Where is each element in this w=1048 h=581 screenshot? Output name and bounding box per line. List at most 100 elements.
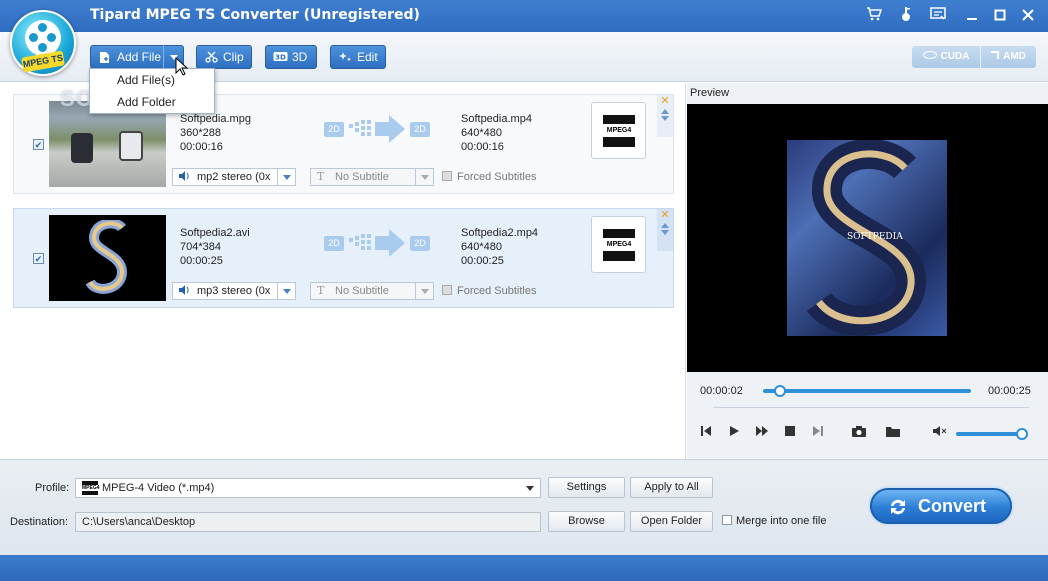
output-info: Softpedia.mp4 640*480 00:00:16 — [461, 112, 532, 154]
merge-label: Merge into one file — [736, 515, 827, 527]
maximize-icon[interactable] — [990, 6, 1010, 26]
register-icon[interactable] — [928, 6, 948, 26]
cart-icon[interactable] — [864, 6, 884, 26]
profile-select[interactable]: MPEG4 MPEG-4 Video (*.mp4) — [75, 478, 541, 498]
seek-knob[interactable] — [773, 385, 786, 397]
menu-item-add-folder[interactable]: Add Folder — [90, 91, 214, 113]
mpeg4-format-icon: MPEG4 — [603, 115, 635, 147]
svg-text:3D: 3D — [275, 54, 286, 62]
amd-icon — [991, 51, 1000, 59]
open-folder-button[interactable]: Open Folder — [630, 511, 713, 532]
output-format-button[interactable]: MPEG4 — [591, 102, 646, 159]
audio-track-value: mp2 stereo (0x — [197, 171, 271, 183]
play-icon[interactable] — [726, 425, 742, 441]
convert-arrow-icon — [349, 115, 405, 143]
preview-label: Preview — [690, 87, 730, 99]
speaker-icon — [178, 284, 190, 301]
close-icon[interactable] — [1018, 6, 1038, 26]
minimize-icon[interactable] — [962, 6, 982, 26]
3d-button[interactable]: 3D 3D — [265, 45, 317, 69]
source-duration: 00:00:25 — [180, 255, 223, 267]
sparkle-icon — [339, 51, 352, 63]
amd-label: AMD — [1003, 51, 1026, 62]
remove-icon[interactable]: ✕ — [657, 209, 673, 221]
forced-subtitles-label: Forced Subtitles — [457, 285, 537, 297]
divider — [713, 407, 1029, 408]
seek-bar[interactable] — [763, 389, 971, 393]
source-resolution: 704*384 — [180, 241, 221, 253]
audio-track-select[interactable]: mp3 stereo (0x — [172, 282, 296, 300]
settings-button[interactable]: Settings — [548, 477, 625, 498]
subtitle-value: No Subtitle — [335, 171, 389, 183]
source-filename: Softpedia2.avi — [180, 227, 250, 239]
convert-button[interactable]: Convert — [870, 488, 1012, 524]
key-icon[interactable] — [896, 6, 916, 26]
preview-pane: Preview SOFTPEDIA 00:00:02 00:00:25 — [687, 83, 1048, 459]
convert-arrow-icon — [349, 229, 405, 257]
forced-subtitles-checkbox[interactable]: Forced Subtitles — [442, 171, 536, 183]
subtitle-value: No Subtitle — [335, 285, 389, 297]
output-filename: Softpedia2.mp4 — [461, 227, 539, 239]
edit-label: Edit — [357, 50, 378, 64]
move-down-icon[interactable] — [661, 230, 669, 235]
menu-item-add-files[interactable]: Add File(s) — [90, 69, 214, 91]
forced-subtitles-label: Forced Subtitles — [457, 171, 537, 183]
row-side-controls: ✕ — [657, 95, 673, 137]
output-resolution: 640*480 — [461, 241, 502, 253]
subtitle-select[interactable]: T No Subtitle — [310, 168, 434, 186]
profile-label: Profile: — [35, 482, 70, 494]
video-thumbnail — [49, 215, 166, 301]
volume-knob[interactable] — [1016, 428, 1028, 440]
output-format-button[interactable]: MPEG4 — [591, 216, 646, 273]
amd-button[interactable]: AMD — [981, 46, 1036, 68]
output-duration: 00:00:16 — [461, 141, 504, 153]
merge-checkbox[interactable]: Merge into one file — [722, 515, 827, 527]
file-checkbox[interactable]: ✔ — [33, 253, 44, 264]
camera-icon[interactable] — [851, 425, 867, 441]
forced-subtitles-checkbox[interactable]: Forced Subtitles — [442, 285, 536, 297]
fast-forward-icon[interactable] — [754, 425, 770, 441]
preview-frame: SOFTPEDIA — [787, 140, 947, 336]
source-info: Softpedia2.avi 704*384 00:00:25 — [180, 226, 250, 268]
preview-video: SOFTPEDIA — [687, 104, 1048, 372]
volume-slider[interactable] — [956, 432, 1022, 436]
status-bar — [0, 555, 1048, 581]
volume-icon[interactable] — [932, 425, 948, 441]
destination-input[interactable]: C:\Users\anca\Desktop — [75, 512, 541, 532]
3d-label: 3D — [292, 50, 308, 64]
chevron-down-icon — [415, 169, 433, 185]
nvidia-icon — [922, 51, 937, 59]
subtitle-select[interactable]: T No Subtitle — [310, 282, 434, 300]
text-icon: T — [317, 284, 325, 297]
move-down-icon[interactable] — [661, 116, 669, 121]
cuda-label: CUDA — [940, 51, 970, 62]
file-checkbox[interactable]: ✔ — [33, 139, 44, 150]
text-icon: T — [317, 170, 325, 183]
move-up-icon[interactable] — [661, 223, 669, 228]
stop-icon[interactable] — [782, 425, 798, 441]
source-resolution: 360*288 — [180, 127, 221, 139]
folder-icon[interactable] — [885, 425, 901, 441]
destination-label: Destination: — [10, 516, 69, 528]
clip-button[interactable]: Clip — [196, 45, 252, 69]
cuda-button[interactable]: CUDA — [912, 46, 980, 68]
output-info: Softpedia2.mp4 640*480 00:00:25 — [461, 226, 538, 268]
browse-button[interactable]: Browse — [548, 511, 625, 532]
previous-icon[interactable] — [698, 425, 714, 441]
current-time: 00:00:02 — [700, 385, 743, 397]
chevron-down-icon — [277, 283, 295, 299]
apply-to-all-button[interactable]: Apply to All — [630, 477, 713, 498]
audio-track-value: mp3 stereo (0x — [197, 285, 271, 297]
mpeg4-format-icon: MPEG4 — [603, 229, 635, 261]
scissors-icon — [205, 51, 218, 63]
move-up-icon[interactable] — [661, 109, 669, 114]
mpeg4-profile-icon: MPEG4 — [82, 481, 100, 495]
app-logo: MPEG TS — [10, 10, 76, 76]
audio-track-select[interactable]: mp2 stereo (0x — [172, 168, 296, 186]
next-frame-icon[interactable] — [810, 425, 826, 441]
speaker-icon — [178, 170, 190, 187]
convert-label: Convert — [917, 496, 986, 516]
edit-button[interactable]: Edit — [330, 45, 386, 69]
remove-icon[interactable]: ✕ — [657, 95, 673, 107]
file-row[interactable]: ✔ Softpedia2.avi 704*384 00:00:25 2D 2D … — [13, 208, 674, 308]
